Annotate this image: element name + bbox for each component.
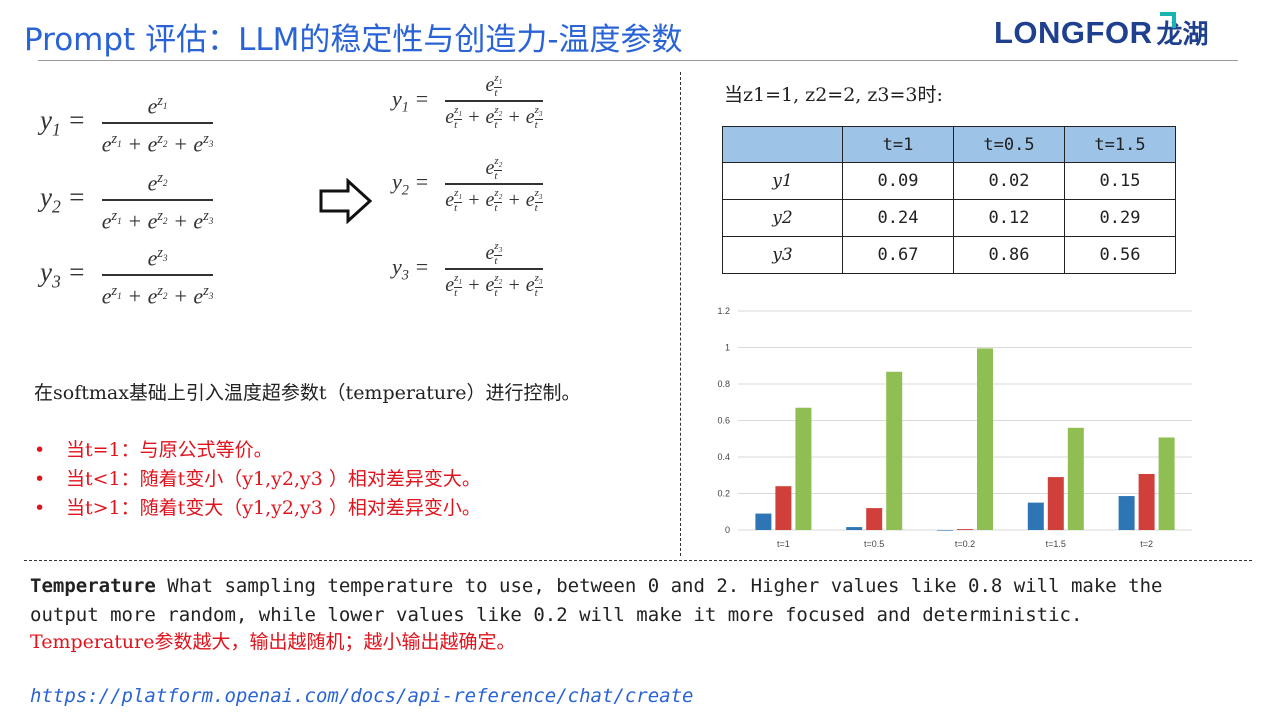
x-tick-label: t=0.5 — [864, 539, 884, 549]
rule-item: • 当t=1：与原公式等价。 — [34, 439, 273, 461]
bar — [1047, 477, 1064, 530]
y-tick-label: 0.6 — [717, 416, 730, 426]
softmax-table: t=1 t=0.5 t=1.5 y1 0.09 0.02 0.15 y2 0.2… — [722, 126, 1176, 274]
bar — [755, 513, 772, 530]
y-tick-label: 0.4 — [717, 452, 730, 462]
bar — [1067, 427, 1084, 530]
bar — [795, 407, 812, 530]
temperature-description: Temperature What sampling temperature to… — [30, 575, 1163, 626]
x-tick-label: t=1 — [777, 539, 790, 549]
y-tick-label: 0.2 — [717, 489, 730, 499]
bar — [957, 529, 973, 530]
bar — [886, 371, 903, 530]
bar — [866, 508, 883, 530]
temperature-description-cn: Temperature参数越大，输出越随机；越小输出越确定。 — [30, 631, 516, 653]
bar — [1027, 502, 1044, 530]
transform-arrow-icon — [319, 178, 373, 224]
vertical-divider — [680, 72, 681, 556]
rule-item: • 当t<1：随着t变小（y1,y2,y3 ）相对差异变大。 — [34, 468, 481, 490]
intro-text: 在softmax基础上引入温度超参数t（temperature）进行控制。 — [34, 382, 581, 404]
rule-list: • 当t=1：与原公式等价。 • 当t<1：随着t变小（y1,y2,y3 ）相对差异… — [34, 436, 481, 523]
table-row: y2 0.24 0.12 0.29 — [722, 199, 1176, 237]
y-tick-label: 1.2 — [717, 306, 730, 316]
formula-y2: y2 = ez2 ez1 + ez2 + ez3 — [40, 170, 214, 234]
temperature-bar-chart: 0 0.2 0.4 0.6 0.8 1 1.2 t=1 t=0.5 t=0.2 t=1.5 t=2 — [717, 306, 1192, 549]
formula-y2-temperature: y2 = e z2 t e z1 t + e z2 t + e z3 t — [392, 155, 543, 215]
logo-corner-mark-icon — [1160, 12, 1176, 28]
page-title: Prompt 评估：LLM的稳定性与创造力-温度参数 — [24, 22, 683, 58]
table-row: y3 0.67 0.86 0.56 — [722, 236, 1176, 274]
y-tick-label: 0 — [725, 525, 730, 535]
x-tick-label: t=1.5 — [1046, 539, 1066, 549]
rule-item: • 当t>1：随着t变大（y1,y2,y3 ）相对差异变小。 — [34, 497, 481, 519]
bar — [846, 527, 863, 530]
horizontal-divider — [24, 560, 1252, 561]
table-row: y1 0.09 0.02 0.15 — [722, 162, 1176, 200]
bar — [1158, 437, 1175, 530]
header-divider — [38, 60, 1238, 61]
table-header-row: t=1 t=0.5 t=1.5 — [722, 126, 1176, 163]
logo-word: LONGFOR — [994, 15, 1153, 50]
y-tick-label: 1 — [725, 343, 730, 353]
bar — [1118, 496, 1135, 530]
formula-y1-temperature: y1 = e z1 t e z1 t + e z2 t + e z3 t — [392, 72, 543, 132]
bar — [1138, 473, 1155, 530]
x-tick-label: t=2 — [1140, 539, 1153, 549]
longfor-logo: LONGFOR 龙湖 — [994, 12, 1209, 51]
y-tick-label: 0.8 — [717, 379, 730, 389]
formula-y1: y1 = ez1 ez1 + ez2 + ez3 — [40, 93, 214, 157]
bar — [977, 348, 993, 530]
condition-text: 当z1=1, z2=2, z3=3时: — [724, 84, 943, 106]
api-reference-link[interactable]: https://platform.openai.com/docs/api-ref… — [30, 685, 693, 707]
bar — [937, 530, 953, 531]
bar — [775, 486, 792, 530]
x-tick-label: t=0.2 — [955, 539, 975, 549]
formula-y3-temperature: y3 = e z3 t e z1 t + e z2 t + e z3 t — [392, 240, 543, 300]
formula-y3: y3 = ez3 ez1 + ez2 + ez3 — [40, 245, 214, 309]
